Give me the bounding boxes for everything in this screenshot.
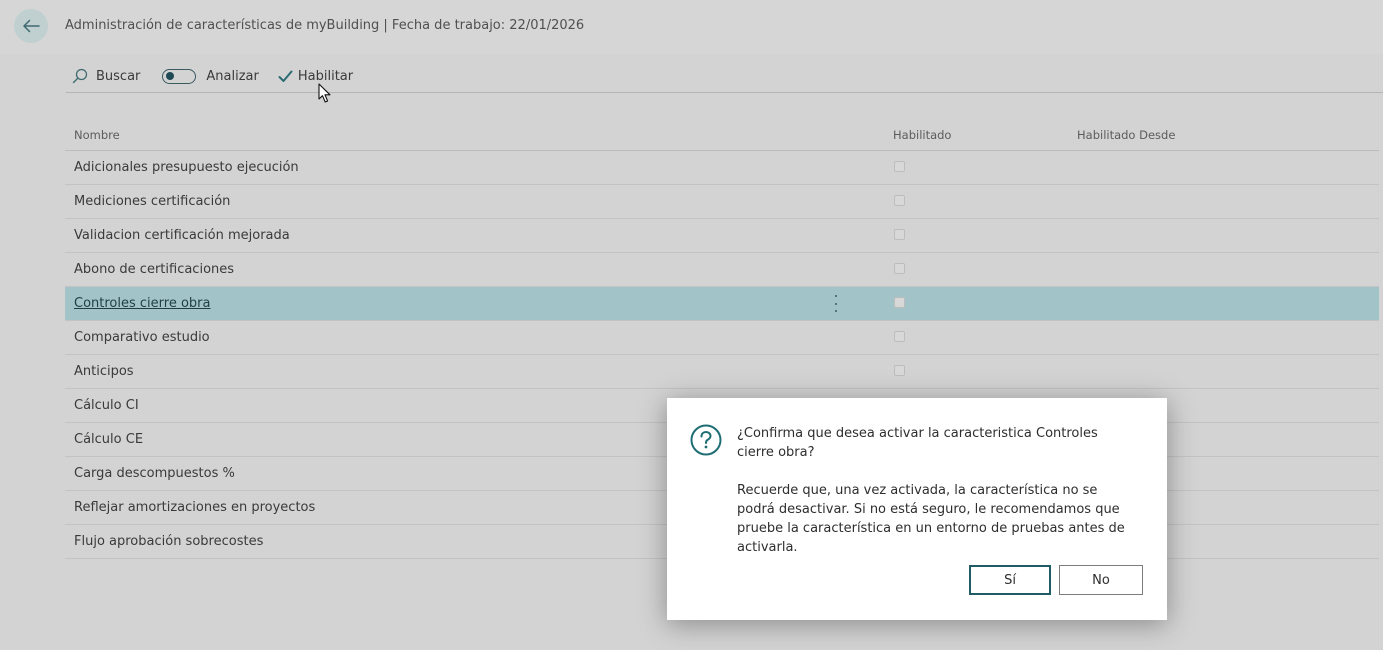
- toggle-knob: [166, 72, 175, 80]
- table-row[interactable]: Mediciones certificación: [65, 185, 1379, 219]
- enabled-checkbox[interactable]: [894, 195, 905, 206]
- enabled-checkbox[interactable]: [894, 229, 905, 240]
- question-circle-icon: [690, 424, 722, 456]
- table-row[interactable]: Validacion certificación mejorada: [65, 219, 1379, 253]
- column-header-name[interactable]: Nombre: [74, 128, 120, 142]
- column-header-enabled-since[interactable]: Habilitado Desde: [1077, 128, 1175, 142]
- page-header: Administración de características de myB…: [0, 0, 1383, 54]
- confirm-dialog: ¿Confirma que desea activar la caracteri…: [667, 398, 1167, 620]
- search-label: Buscar: [96, 68, 141, 84]
- action-bar: Buscar Analizar Habilitar: [66, 60, 1383, 93]
- feature-name[interactable]: Reflejar amortizaciones en proyectos: [74, 500, 315, 515]
- feature-name[interactable]: Validacion certificación mejorada: [74, 228, 290, 243]
- feature-name[interactable]: Mediciones certificación: [74, 194, 230, 209]
- table-row[interactable]: Anticipos: [65, 355, 1379, 389]
- feature-name[interactable]: Adicionales presupuesto ejecución: [74, 160, 299, 175]
- feature-name[interactable]: Carga descompuestos %: [74, 466, 235, 481]
- feature-name[interactable]: Comparativo estudio: [74, 330, 210, 345]
- mouse-pointer-icon: [318, 83, 331, 103]
- analyze-label[interactable]: Analizar: [206, 69, 258, 84]
- table-row[interactable]: Abono de certificaciones: [65, 253, 1379, 287]
- enabled-checkbox[interactable]: [894, 161, 905, 172]
- search-button[interactable]: Buscar: [72, 68, 140, 84]
- analyze-toggle[interactable]: [162, 68, 197, 84]
- feature-name[interactable]: Anticipos: [74, 364, 134, 379]
- feature-name[interactable]: Cálculo CE: [74, 432, 143, 447]
- more-vertical-icon[interactable]: [831, 295, 841, 312]
- enabled-checkbox[interactable]: [894, 263, 905, 274]
- dialog-question: ¿Confirma que desea activar la caracteri…: [737, 426, 1098, 460]
- table-row[interactable]: Adicionales presupuesto ejecución: [65, 151, 1379, 185]
- arrow-left-icon: [23, 19, 40, 33]
- app-window: Administración de características de myB…: [0, 0, 1383, 650]
- enabled-checkbox[interactable]: [894, 297, 905, 308]
- table-row-selected[interactable]: Controles cierre obra: [65, 287, 1379, 321]
- page-title: Administración de características de myB…: [65, 18, 585, 33]
- enabled-checkbox[interactable]: [894, 331, 905, 342]
- table-row[interactable]: Comparativo estudio: [65, 321, 1379, 355]
- dialog-message: ¿Confirma que desea activar la caracteri…: [737, 424, 1132, 557]
- back-button[interactable]: [14, 9, 48, 43]
- dialog-detail: Recuerde que, una vez activada, la carac…: [737, 483, 1125, 555]
- enable-label: Habilitar: [297, 68, 354, 84]
- feature-name[interactable]: Flujo aprobación sobrecostes: [74, 534, 263, 549]
- yes-button[interactable]: Sí: [969, 565, 1051, 595]
- enable-button[interactable]: Habilitar: [278, 69, 353, 84]
- search-icon: [72, 68, 88, 84]
- enabled-checkbox[interactable]: [894, 365, 905, 376]
- feature-name-link[interactable]: Controles cierre obra: [74, 296, 210, 311]
- table-header: Nombre Habilitado Habilitado Desde: [65, 118, 1379, 151]
- checkmark-icon: [278, 70, 293, 82]
- feature-name[interactable]: Abono de certificaciones: [74, 262, 234, 277]
- column-header-enabled[interactable]: Habilitado: [893, 128, 951, 142]
- no-button[interactable]: No: [1059, 565, 1143, 595]
- feature-name[interactable]: Cálculo CI: [74, 398, 139, 413]
- analyze-label-text: Analizar: [206, 68, 259, 84]
